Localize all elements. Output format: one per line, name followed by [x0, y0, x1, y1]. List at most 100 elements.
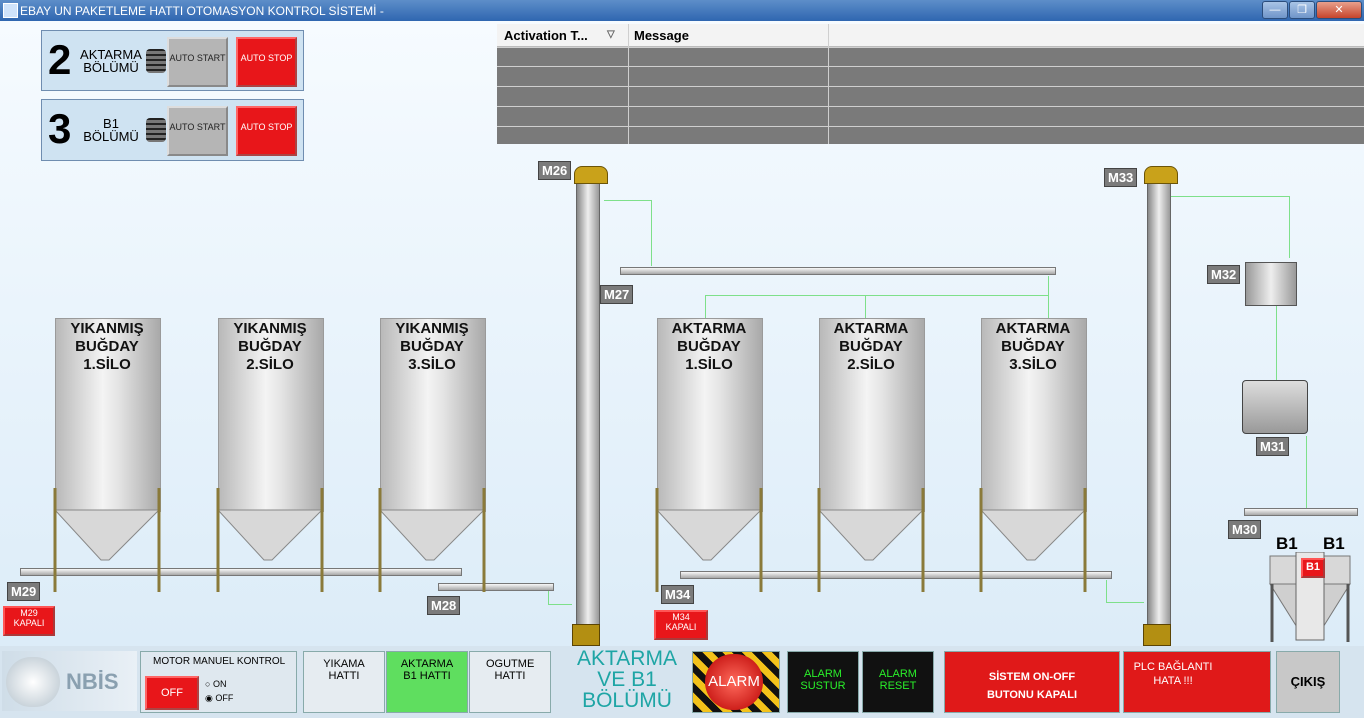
motor-label-m30[interactable]: M30	[1228, 520, 1262, 539]
sort-icon[interactable]: ▽	[607, 29, 615, 40]
auto-start-button[interactable]: AUTO START	[167, 106, 228, 156]
window-title: EBAY UN PAKETLEME HATTI OTOMASYON KONTRO…	[20, 4, 384, 18]
silo-label: AKTARMA BUĞDAY 3.SİLO	[995, 320, 1071, 373]
signal-wire	[1289, 196, 1290, 258]
machine-m31[interactable]	[1242, 380, 1308, 434]
signal-wire	[548, 604, 572, 605]
section-number: 3	[48, 105, 72, 152]
column-message[interactable]: Message	[634, 28, 689, 43]
signal-wire	[604, 200, 652, 201]
elevator-boot	[572, 624, 600, 646]
silo-hopper	[817, 488, 925, 592]
b1-tag[interactable]: B1	[1301, 558, 1325, 578]
auto-stop-button[interactable]: AUTO STOP	[236, 106, 297, 156]
silo-aktarma-1[interactable]: AKTARMA BUĞDAY 1.SİLO	[655, 318, 763, 592]
alarm-silence-button[interactable]: ALARM SUSTUR	[787, 651, 859, 713]
filter-m32[interactable]	[1245, 262, 1297, 306]
exit-button[interactable]: ÇIKIŞ	[1276, 651, 1340, 713]
silo-aktarma-3[interactable]: AKTARMA BUĞDAY 3.SİLO	[979, 318, 1087, 592]
motor-label-m34[interactable]: M34	[661, 585, 695, 604]
motor-label-m27[interactable]: M27	[600, 285, 634, 304]
silo-yikanmis-2[interactable]: YIKANMIŞ BUĞDAY 2.SİLO	[216, 318, 324, 592]
silo-label: AKTARMA BUĞDAY 1.SİLO	[671, 320, 747, 373]
elevator-head	[574, 166, 608, 184]
section-title: AKTARMA VE B1 BÖLÜMÜ	[577, 647, 677, 712]
motor-label-m31[interactable]: M31	[1256, 437, 1290, 456]
silo-aktarma-2[interactable]: AKTARMA BUĞDAY 2.SİLO	[817, 318, 925, 592]
motor-label-m28[interactable]: M28	[427, 596, 461, 615]
signal-wire	[548, 590, 549, 604]
signal-wire	[1106, 580, 1107, 602]
alarm-reset-button[interactable]: ALARM RESET	[862, 651, 934, 713]
motor-label-m33[interactable]: M33	[1104, 168, 1138, 187]
bottom-toolbar: NBİS MOTOR MANUEL KONTROL OFF ○ ON ◉ OFF…	[0, 646, 1364, 718]
alarm-indicator[interactable]: ALARM	[692, 651, 780, 713]
auto-stop-button[interactable]: AUTO STOP	[236, 37, 297, 87]
brand-name: NBİS	[66, 669, 119, 694]
silo-label: YIKANMIŞ BUĞDAY 1.SİLO	[70, 320, 144, 373]
b1-label-left: B1	[1276, 534, 1298, 553]
section-label: B1 BÖLÜMÜ	[83, 116, 139, 144]
auto-start-button[interactable]: AUTO START	[167, 37, 228, 87]
yikama-hatti-button[interactable]: YIKAMA HATTI	[303, 651, 385, 713]
silo-hopper	[378, 488, 486, 592]
drum-icon	[146, 49, 166, 73]
column-activation-time[interactable]: Activation T...	[504, 28, 588, 43]
silo-label: YIKANMIŞ BUĞDAY 2.SİLO	[233, 320, 307, 373]
section-panel-aktarma: 2 AKTARMA BÖLÜMÜ AUTO START AUTO STOP	[41, 30, 304, 91]
title-bar: EBAY UN PAKETLEME HATTI OTOMASYON KONTRO…	[0, 0, 1364, 21]
ogutme-hatti-button[interactable]: OGUTME HATTI	[469, 651, 551, 713]
system-on-off-button[interactable]: SİSTEM ON-OFF BUTONU KAPALI	[944, 651, 1120, 713]
m29-status-tag[interactable]: M29 KAPALI	[3, 606, 55, 636]
silo-yikanmis-1[interactable]: YIKANMIŞ BUĞDAY 1.SİLO	[53, 318, 161, 592]
signal-wire	[651, 200, 652, 266]
bucket-elevator-m33[interactable]	[1147, 178, 1171, 642]
signal-wire	[1048, 276, 1049, 320]
motor-label-m29[interactable]: M29	[7, 582, 41, 601]
radio-off[interactable]: ◉ OFF	[205, 693, 233, 704]
column-divider	[828, 24, 829, 144]
signal-wire	[1276, 306, 1277, 382]
app-icon	[3, 3, 18, 18]
alarm-table[interactable]: Activation T... ▽ Message	[497, 24, 1364, 144]
silo-hopper	[53, 488, 161, 592]
elevator-head	[1144, 166, 1178, 184]
close-button[interactable]: ✕	[1316, 1, 1362, 19]
restore-button[interactable]: ❐	[1289, 1, 1315, 19]
aktarma-b1-hatti-button[interactable]: AKTARMA B1 HATTI	[386, 651, 468, 713]
section-panel-b1: 3 B1 BÖLÜMÜ AUTO START AUTO STOP	[41, 99, 304, 161]
m34-status-tag[interactable]: M34 KAPALI	[654, 610, 708, 640]
bucket-elevator-m26[interactable]	[576, 178, 600, 642]
signal-wire	[1306, 436, 1307, 510]
manual-off-button[interactable]: OFF	[145, 676, 199, 710]
signal-wire	[705, 295, 1049, 296]
motor-label-m32[interactable]: M32	[1207, 265, 1241, 284]
motor-manual-panel: MOTOR MANUEL KONTROL OFF ○ ON ◉ OFF	[140, 651, 297, 713]
silo-yikanmis-3[interactable]: YIKANMIŞ BUĞDAY 3.SİLO	[378, 318, 486, 592]
conveyor-m27[interactable]	[620, 267, 1056, 275]
signal-wire	[1106, 602, 1144, 603]
silo-hopper	[979, 488, 1087, 592]
elevator-boot	[1143, 624, 1171, 646]
section-number: 2	[48, 36, 72, 83]
motor-manual-title: MOTOR MANUEL KONTROL	[153, 656, 286, 667]
drum-icon	[146, 118, 166, 142]
plc-connection-status: PLC BAĞLANTI HATA !!!	[1123, 651, 1271, 713]
silo-label: YIKANMIŞ BUĞDAY 3.SİLO	[395, 320, 469, 373]
globe-icon	[6, 657, 60, 707]
signal-wire	[705, 295, 706, 319]
b1-label-right: B1	[1323, 534, 1345, 553]
alarm-light-icon[interactable]: ALARM	[705, 654, 763, 710]
minimize-button[interactable]: —	[1262, 1, 1288, 19]
brand-logo: NBİS	[2, 651, 137, 711]
signal-wire	[1171, 196, 1290, 197]
signal-wire	[865, 295, 866, 319]
silo-hopper	[655, 488, 763, 592]
silo-hopper	[216, 488, 324, 592]
motor-label-m26[interactable]: M26	[538, 161, 572, 180]
conveyor-m30[interactable]	[1244, 508, 1358, 516]
silo-label: AKTARMA BUĞDAY 2.SİLO	[833, 320, 909, 373]
radio-on[interactable]: ○ ON	[205, 679, 226, 689]
section-label: AKTARMA BÖLÜMÜ	[80, 47, 142, 75]
column-divider	[628, 24, 629, 144]
